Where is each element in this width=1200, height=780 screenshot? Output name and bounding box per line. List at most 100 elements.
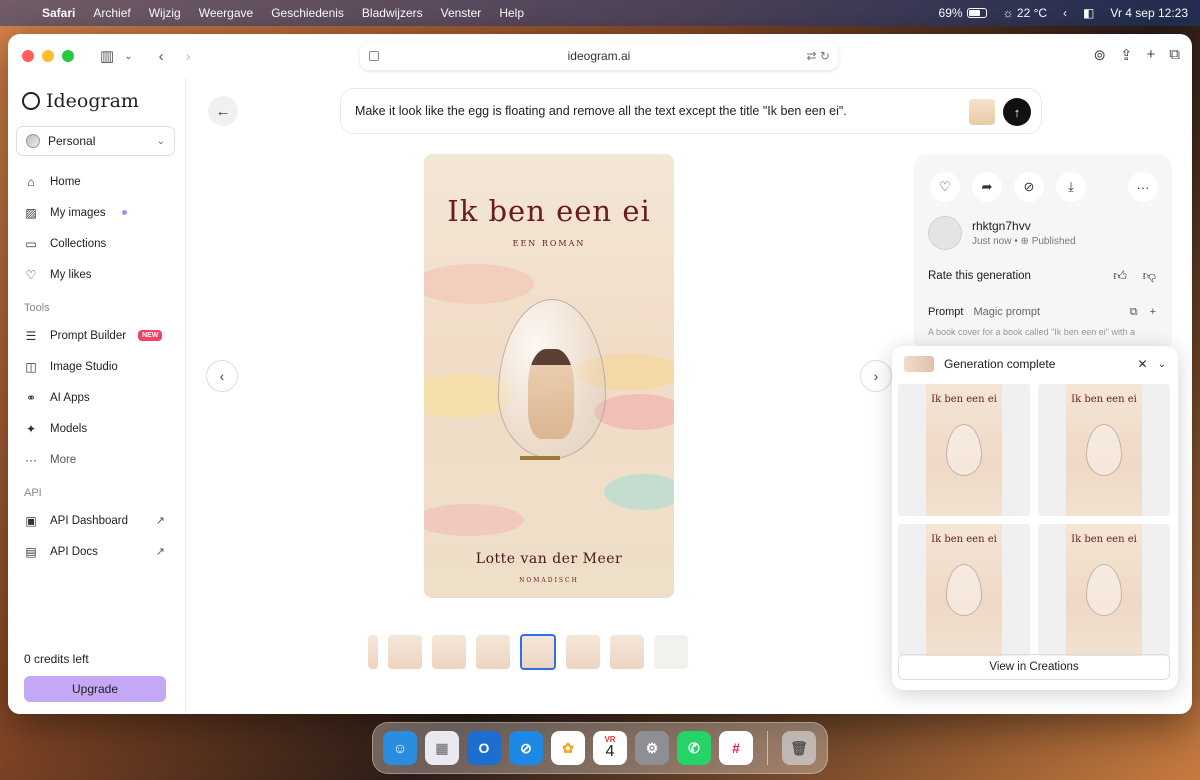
tab-overview-icon[interactable]: ⧉ xyxy=(1169,46,1180,64)
thumbs-down-icon[interactable]: 👎︎ xyxy=(1143,268,1156,284)
generated-result-image[interactable]: Ik ben een ei xyxy=(1038,524,1170,656)
add-icon[interactable]: + xyxy=(1150,306,1156,319)
thumbs-up-icon[interactable]: 👍︎ xyxy=(1113,268,1127,284)
generated-result-image[interactable]: Ik ben een ei xyxy=(898,384,1030,516)
sidebar-item-label: Home xyxy=(50,175,81,188)
menu-venster[interactable]: Venster xyxy=(441,6,482,20)
zoom-window-button[interactable] xyxy=(62,50,74,62)
sidebar-item-api-dashboard[interactable]: ▣ API Dashboard ↗ xyxy=(8,505,185,536)
reference-image-thumbnail[interactable] xyxy=(969,99,995,125)
page-menu-icon[interactable] xyxy=(369,51,379,61)
new-tab-icon[interactable]: + xyxy=(1147,46,1156,64)
generated-result-image[interactable]: Ik ben een ei xyxy=(898,524,1030,656)
translate-reload-icons[interactable]: ⇄ ↻ xyxy=(807,49,830,63)
chevron-down-icon[interactable]: ⌄ xyxy=(1158,359,1166,370)
ideogram-logo[interactable]: Ideogram xyxy=(22,90,185,112)
minimize-window-button[interactable] xyxy=(42,50,54,62)
docs-icon: ▤ xyxy=(25,544,37,559)
sidebar-item-collections[interactable]: ▭ Collections xyxy=(8,228,185,259)
workspace-selector[interactable]: Personal ⌄ xyxy=(16,126,175,156)
finder-icon[interactable]: ☺ xyxy=(383,731,417,765)
previous-image-button[interactable]: ‹ xyxy=(206,360,238,392)
sidebar-item-image-studio[interactable]: ◫ Image Studio xyxy=(8,351,185,382)
share-icon[interactable]: ➦ xyxy=(972,172,1002,202)
sidebar-toggle-icon[interactable]: ▥ xyxy=(100,47,114,65)
more-options-icon[interactable]: ··· xyxy=(1128,172,1158,202)
new-badge: NEW xyxy=(138,330,163,341)
slack-icon[interactable]: # xyxy=(719,731,753,765)
menu-bladwijzers[interactable]: Bladwijzers xyxy=(362,6,423,20)
sidebar-item-more[interactable]: ··· More xyxy=(8,444,185,475)
battery-fill xyxy=(968,10,980,16)
menu-wijzig[interactable]: Wijzig xyxy=(149,6,181,20)
menu-archief[interactable]: Archief xyxy=(93,6,130,20)
post-time: Just now xyxy=(972,236,1012,247)
sidebar-item-models[interactable]: ✦ Models xyxy=(8,413,185,444)
share-icon[interactable]: ⇪ xyxy=(1120,46,1133,64)
thumbnail[interactable] xyxy=(566,635,600,669)
avatar[interactable] xyxy=(928,216,962,250)
title-bar: ▥ ⌄ ‹ › ideogram.ai ⇄ ↻ ⊚ ⇪ + ⧉ xyxy=(8,34,1192,78)
sidebar-item-api-docs[interactable]: ▤ API Docs ↗ xyxy=(8,536,185,567)
generated-image[interactable]: Ik ben een ei EEN ROMAN Lotte van der Me… xyxy=(424,154,674,598)
result-title: Ik ben een ei xyxy=(1071,534,1137,545)
battery-status[interactable]: 69% xyxy=(939,6,987,20)
thumbnail[interactable] xyxy=(610,635,644,669)
sidebar-item-label: API Docs xyxy=(50,545,98,558)
unpublish-icon[interactable]: ⊘ xyxy=(1014,172,1044,202)
weather-status[interactable]: ☼ 22 °C xyxy=(1003,6,1048,20)
sidebar-item-ai-apps[interactable]: ⚭ AI Apps xyxy=(8,382,185,413)
menubar-clock[interactable]: Vr 4 sep 12:23 xyxy=(1110,6,1188,20)
menu-bar: Safari Archief Wijzig Weergave Geschiede… xyxy=(0,0,1200,26)
back-icon[interactable]: ‹ xyxy=(159,48,164,65)
menu-help[interactable]: Help xyxy=(499,6,524,20)
image-studio-icon: ◫ xyxy=(25,359,37,374)
thumbnail[interactable] xyxy=(476,635,510,669)
safari-icon[interactable]: ⊘ xyxy=(509,731,543,765)
folder-icon: ▭ xyxy=(25,236,37,251)
tab-magic-prompt[interactable]: Magic prompt xyxy=(973,306,1040,319)
chevron-down-icon[interactable]: ⌄ xyxy=(124,51,132,62)
copy-icon[interactable]: ⧉ xyxy=(1130,306,1138,319)
thumbnail[interactable] xyxy=(368,635,378,669)
upgrade-button[interactable]: Upgrade xyxy=(24,676,166,702)
sidebar-item-prompt-builder[interactable]: ☰ Prompt Builder NEW xyxy=(8,320,185,351)
menu-geschiedenis[interactable]: Geschiedenis xyxy=(271,6,344,20)
outlook-icon[interactable]: O xyxy=(467,731,501,765)
back-arrow-button[interactable]: ← xyxy=(208,96,238,126)
send-button[interactable]: ↑ xyxy=(1003,98,1031,126)
launchpad-icon[interactable]: ▦ xyxy=(425,731,459,765)
settings-icon[interactable]: ⚙ xyxy=(635,731,669,765)
sidebar-item-home[interactable]: ⌂ Home xyxy=(8,166,185,197)
sidebar-item-my-likes[interactable]: ♡ My likes xyxy=(8,259,185,290)
control-center-icon[interactable]: ◧ xyxy=(1083,6,1094,20)
sidebar-item-label: AI Apps xyxy=(50,391,90,404)
address-bar[interactable]: ideogram.ai ⇄ ↻ xyxy=(360,42,838,70)
downloads-icon[interactable]: ⊚ xyxy=(1093,46,1106,64)
forward-icon[interactable]: › xyxy=(186,48,191,65)
thumbnail[interactable] xyxy=(654,635,688,669)
menu-weergave[interactable]: Weergave xyxy=(199,6,253,20)
chevron-left-icon[interactable]: ‹ xyxy=(1063,6,1067,20)
view-in-creations-button[interactable]: View in Creations xyxy=(898,654,1170,680)
prompt-input[interactable]: Make it look like the egg is floating an… xyxy=(340,88,1042,134)
like-icon[interactable]: ♡ xyxy=(930,172,960,202)
author-name[interactable]: rhktgn7hvv xyxy=(972,219,1076,233)
thumbnail[interactable] xyxy=(432,635,466,669)
close-window-button[interactable] xyxy=(22,50,34,62)
photos-icon[interactable]: ✿ xyxy=(551,731,585,765)
generated-result-image[interactable]: Ik ben een ei xyxy=(1038,384,1170,516)
close-icon[interactable]: ✕ xyxy=(1138,357,1148,371)
calendar-icon[interactable]: VR 4 xyxy=(593,731,627,765)
menu-safari[interactable]: Safari xyxy=(42,6,75,20)
tab-prompt[interactable]: Prompt xyxy=(928,306,963,319)
sidebar-item-my-images[interactable]: ▨ My images xyxy=(8,197,185,228)
trash-icon[interactable]: 🗑︎ xyxy=(782,731,816,765)
result-title: Ik ben een ei xyxy=(1071,394,1137,405)
whatsapp-icon[interactable]: ✆ xyxy=(677,731,711,765)
thumbnail-selected[interactable] xyxy=(520,634,556,670)
download-icon[interactable]: ⤓ xyxy=(1056,172,1086,202)
thumbnail[interactable] xyxy=(388,635,422,669)
ideogram-logo-icon xyxy=(22,92,40,110)
next-image-button[interactable]: › xyxy=(860,360,892,392)
